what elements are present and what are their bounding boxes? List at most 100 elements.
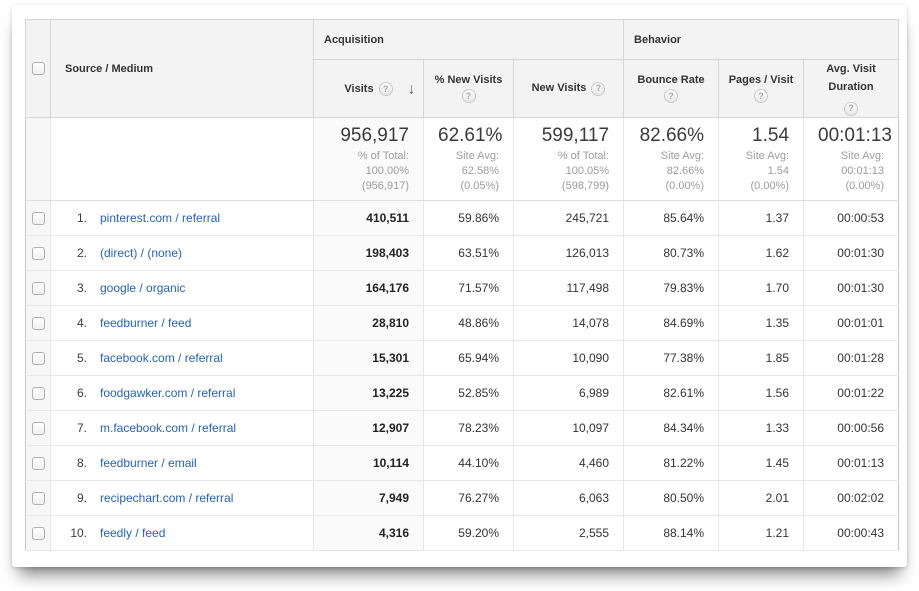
pages-visit-cell: 1.45 <box>719 446 804 481</box>
pages-visit-cell: 1.62 <box>719 236 804 271</box>
row-checkbox-cell <box>26 516 51 551</box>
row-checkbox[interactable] <box>32 352 45 365</box>
source-medium-link[interactable]: foodgawker.com / referral <box>100 386 235 400</box>
help-icon[interactable]: ? <box>664 89 678 103</box>
new-visits-cell: 126,013 <box>514 236 624 271</box>
visits-cell: 15,301 <box>314 341 424 376</box>
avg-visit-duration-cell: 00:02:02 <box>804 481 899 516</box>
avg-visit-duration-cell: 00:00:43 <box>804 516 899 551</box>
visits-cell: 4,316 <box>314 516 424 551</box>
group-behavior-label: Behavior <box>634 34 681 46</box>
new-visits-cell: 245,721 <box>514 201 624 236</box>
row-checkbox[interactable] <box>32 282 45 295</box>
visits-cell: 13,225 <box>314 376 424 411</box>
row-checkbox[interactable] <box>32 457 45 470</box>
avg-visit-duration-cell: 00:01:28 <box>804 341 899 376</box>
header-pct-new-visits[interactable]: % New Visits ? <box>424 60 514 118</box>
row-rank: 9. <box>63 491 87 505</box>
row-checkbox[interactable] <box>32 212 45 225</box>
table-row: 3.google / organic164,17671.57%117,49879… <box>26 271 899 306</box>
pct-new-visits-cell: 63.51% <box>424 236 514 271</box>
bounce-rate-cell: 79.83% <box>624 271 719 306</box>
pages-visit-cell: 1.85 <box>719 341 804 376</box>
header-new-visits[interactable]: New Visits ? <box>514 60 624 118</box>
source-medium-link[interactable]: (direct) / (none) <box>100 246 182 260</box>
pct-new-visits-cell: 65.94% <box>424 341 514 376</box>
visits-cell: 12,907 <box>314 411 424 446</box>
source-medium-table: Source / Medium Acquisition Behavior Vis… <box>25 19 899 551</box>
source-medium-link[interactable]: facebook.com / referral <box>100 351 223 365</box>
row-checkbox[interactable] <box>32 527 45 540</box>
row-rank: 6. <box>63 386 87 400</box>
row-checkbox-cell <box>26 306 51 341</box>
header-bounce-rate-label: Bounce Rate <box>637 74 704 86</box>
bounce-rate-cell: 85.64% <box>624 201 719 236</box>
pct-new-visits-cell: 76.27% <box>424 481 514 516</box>
pct-new-visits-cell: 52.85% <box>424 376 514 411</box>
source-medium-cell: 5.facebook.com / referral <box>51 341 314 376</box>
help-icon[interactable]: ? <box>591 82 605 96</box>
row-checkbox-cell <box>26 201 51 236</box>
new-visits-cell: 6,989 <box>514 376 624 411</box>
source-medium-cell: 10.feedly / feed <box>51 516 314 551</box>
table-row: 10.feedly / feed4,31659.20%2,55588.14%1.… <box>26 516 899 551</box>
avg-visit-duration-cell: 00:01:30 <box>804 271 899 306</box>
new-visits-cell: 14,078 <box>514 306 624 341</box>
avg-visit-duration-cell: 00:01:30 <box>804 236 899 271</box>
row-checkbox[interactable] <box>32 247 45 260</box>
row-rank: 2. <box>63 246 87 260</box>
summary-avg-visit-duration-subtext: Site Avg: 00:01:13 (0.00%) <box>818 149 884 194</box>
header-source-medium[interactable]: Source / Medium <box>51 20 314 118</box>
header-visits-label: Visits <box>344 83 373 95</box>
row-checkbox[interactable] <box>32 317 45 330</box>
new-visits-cell: 6,063 <box>514 481 624 516</box>
table-row: 8.feedburner / email10,11444.10%4,46081.… <box>26 446 899 481</box>
group-header-behavior: Behavior <box>624 20 899 60</box>
table-row: 1.pinterest.com / referral410,51159.86%2… <box>26 201 899 236</box>
visits-cell: 10,114 <box>314 446 424 481</box>
help-icon[interactable]: ? <box>379 82 393 96</box>
visits-cell: 164,176 <box>314 271 424 306</box>
source-medium-cell: 1.pinterest.com / referral <box>51 201 314 236</box>
avg-visit-duration-cell: 00:01:01 <box>804 306 899 341</box>
table-row: 7.m.facebook.com / referral12,90778.23%1… <box>26 411 899 446</box>
header-avg-visit-duration[interactable]: Avg. Visit Duration ? <box>804 60 899 118</box>
header-bounce-rate[interactable]: Bounce Rate ? <box>624 60 719 118</box>
pct-new-visits-cell: 59.86% <box>424 201 514 236</box>
row-checkbox[interactable] <box>32 387 45 400</box>
source-medium-link[interactable]: pinterest.com / referral <box>100 211 220 225</box>
row-checkbox-cell <box>26 481 51 516</box>
bounce-rate-cell: 81.22% <box>624 446 719 481</box>
row-rank: 7. <box>63 421 87 435</box>
select-all-checkbox[interactable] <box>32 62 45 75</box>
group-header-row: Source / Medium Acquisition Behavior <box>26 20 899 60</box>
analytics-report-card: Source / Medium Acquisition Behavior Vis… <box>12 5 907 567</box>
source-medium-link[interactable]: m.facebook.com / referral <box>100 421 236 435</box>
help-icon[interactable]: ? <box>844 102 858 116</box>
source-medium-link[interactable]: feedly / feed <box>100 526 165 540</box>
visits-cell: 410,511 <box>314 201 424 236</box>
row-checkbox-cell <box>26 411 51 446</box>
avg-visit-duration-cell: 00:00:53 <box>804 201 899 236</box>
header-pages-visit[interactable]: Pages / Visit ? <box>719 60 804 118</box>
source-medium-link[interactable]: feedburner / email <box>100 456 197 470</box>
row-checkbox[interactable] <box>32 422 45 435</box>
source-medium-link[interactable]: feedburner / feed <box>100 316 191 330</box>
header-visits[interactable]: Visits ? ↓ <box>314 60 424 118</box>
pages-visit-cell: 2.01 <box>719 481 804 516</box>
row-rank: 8. <box>63 456 87 470</box>
summary-new-visits-value: 599,117 <box>528 124 609 148</box>
row-checkbox[interactable] <box>32 492 45 505</box>
summary-visits-value: 956,917 <box>328 124 409 148</box>
row-checkbox-cell <box>26 341 51 376</box>
help-icon[interactable]: ? <box>754 89 768 103</box>
source-medium-link[interactable]: google / organic <box>100 281 185 295</box>
source-medium-link[interactable]: recipechart.com / referral <box>100 491 233 505</box>
bounce-rate-cell: 84.34% <box>624 411 719 446</box>
pages-visit-cell: 1.21 <box>719 516 804 551</box>
help-icon[interactable]: ? <box>462 89 476 103</box>
summary-avg-visit-duration-cell: 00:01:13 Site Avg: 00:01:13 (0.00%) <box>804 118 899 201</box>
row-rank: 3. <box>63 281 87 295</box>
source-medium-cell: 8. feedburner / email <box>51 446 314 481</box>
new-visits-cell: 10,097 <box>514 411 624 446</box>
